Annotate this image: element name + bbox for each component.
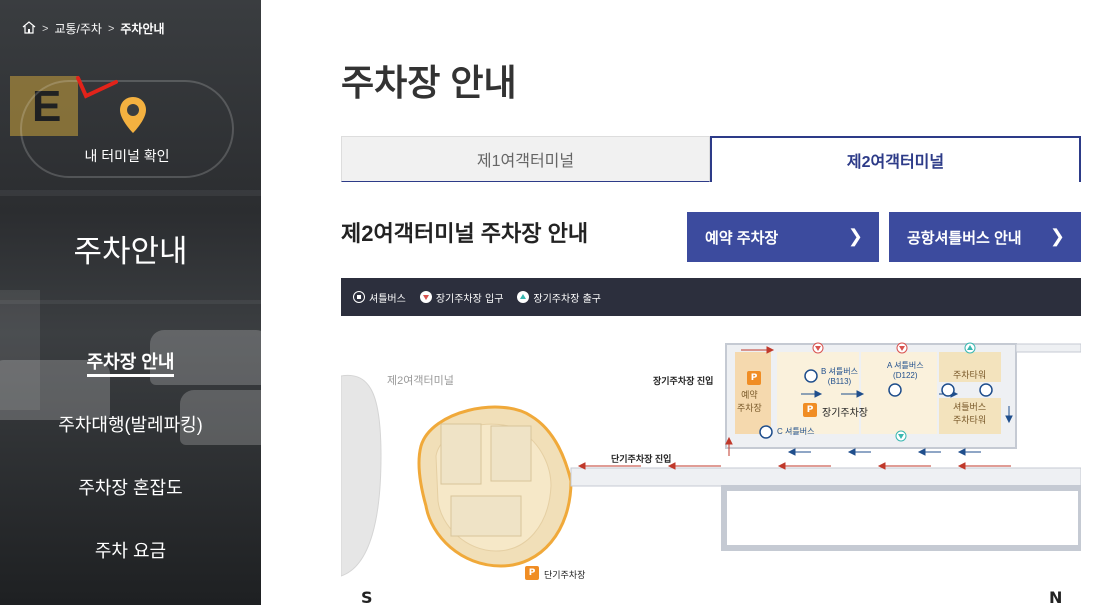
legend-item-entry: 장기주차장 입구 (419, 290, 504, 305)
background-stripe (0, 190, 261, 196)
parking-p-icon: P (747, 371, 761, 385)
chevron-right-icon: ❯ (847, 226, 863, 246)
tab-terminal-1[interactable]: 제1여객터미널 (341, 136, 710, 182)
parking-tower-label: 주차타워 (953, 370, 987, 380)
sidebar-item-label: 주차 요금 (94, 541, 167, 561)
breadcrumb-separator-icon: > (42, 22, 49, 35)
exit-marker-icon (517, 291, 530, 303)
terminal-check-button[interactable]: 내 터미널 확인 (20, 80, 234, 178)
page-title: 주차장 안내 (341, 62, 517, 103)
shuttle-bus-info-button[interactable]: 공항셔틀버스 안내 ❯ (889, 212, 1081, 262)
red-check-mark-icon (74, 74, 120, 104)
breadcrumb-item[interactable]: 교통/주차 (54, 20, 102, 37)
shuttle-c-label: C 셔틀버스 (777, 427, 815, 436)
map-legend: 셔틀버스 장기주차장 입구 장기주차장 출구 (341, 278, 1081, 316)
reserved-parking-button[interactable]: 예약 주차장 ❯ (687, 212, 879, 262)
shuttle-a-label: A 셔틀버스 (D122) (887, 361, 924, 380)
short-term-entry-label: 단기주차장 진입 (611, 454, 672, 464)
terminal-check-label: 내 터미널 확인 (84, 148, 170, 164)
location-pin-icon (118, 96, 148, 138)
shuttle-bus-icon (353, 291, 365, 303)
breadcrumb: > 교통/주차 > 주차안내 (22, 20, 165, 37)
legend-label: 장기주차장 출구 (533, 293, 601, 305)
button-label: 예약 주차장 (705, 229, 779, 247)
breadcrumb-current: 주차안내 (120, 22, 165, 36)
long-term-entry-label: 장기주차장 진입 (653, 376, 714, 386)
parking-p-icon: P (803, 403, 817, 417)
sidebar-item-label: 주차장 혼잡도 (78, 478, 183, 498)
parking-map: 셔틀버스 장기주차장 입구 장기주차장 출구 제2여객터미널 장기주차장 진입 … (341, 278, 1081, 605)
sidebar-item-fee[interactable]: 주차 요금 (0, 535, 261, 598)
long-term-parking-label: 장기주차장 (822, 408, 868, 419)
shuttle-tower-label: 셔틀버스 주차타워 (953, 402, 987, 425)
sidebar-title: 주차안내 (73, 234, 188, 269)
shuttle-b-label: B 셔틀버스 (B113) (821, 367, 858, 386)
main-content: 주차장 안내 제1여객터미널 제2여객터미널 제2여객터미널 주차장 안내 예약… (261, 0, 1108, 605)
parking-p-icon: P (525, 566, 539, 580)
entry-marker-icon (419, 291, 432, 303)
legend-label: 셔틀버스 (369, 293, 406, 305)
sidebar-item-label: 주차장 안내 (86, 352, 175, 377)
compass-north: N (1049, 588, 1063, 605)
sidebar-item-parking-info[interactable]: 주차장 안내 (0, 346, 261, 409)
sidebar-nav: 주차장 안내 주차대행(발레파킹) 주차장 혼잡도 주차 요금 (0, 346, 261, 598)
sidebar-item-valet[interactable]: 주차대행(발레파킹) (0, 409, 261, 472)
parking-map-drawing (341, 342, 1081, 577)
breadcrumb-separator-icon: > (107, 22, 115, 35)
home-icon[interactable] (22, 20, 36, 37)
short-term-parking-label: 단기주차장 (544, 570, 586, 580)
sidebar: E > 교통/주차 > 주차안내 내 터미널 확인 주차안내 주차장 안내 주차… (0, 0, 261, 605)
tab-terminal-2[interactable]: 제2여객터미널 (710, 136, 1081, 182)
button-label: 공항셔틀버스 안내 (907, 229, 1022, 247)
legend-label: 장기주차장 입구 (435, 293, 504, 305)
sidebar-item-congestion[interactable]: 주차장 혼잡도 (0, 472, 261, 535)
chevron-right-icon: ❯ (1049, 226, 1065, 246)
legend-item-shuttle: 셔틀버스 (353, 290, 406, 305)
terminal-label: 제2여객터미널 (387, 375, 454, 387)
section-title: 제2여객터미널 주차장 안내 (341, 221, 589, 246)
compass-south: S (361, 588, 373, 605)
legend-item-exit: 장기주차장 출구 (517, 290, 601, 305)
terminal-tabs: 제1여객터미널 제2여객터미널 (341, 136, 1081, 182)
reserved-parking-label: 예약 주차장 (737, 390, 762, 413)
sidebar-item-label: 주차대행(발레파킹) (58, 415, 203, 435)
